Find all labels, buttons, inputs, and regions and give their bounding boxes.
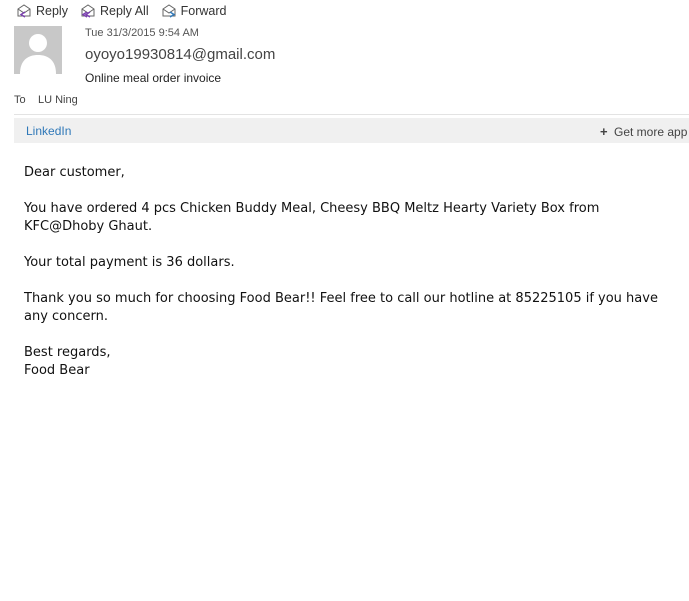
addin-bar: LinkedIn + Get more app <box>14 118 689 143</box>
reply-all-button[interactable]: Reply All <box>80 4 149 18</box>
sender-avatar <box>14 26 62 74</box>
forward-icon <box>162 4 176 18</box>
plus-icon: + <box>600 124 608 139</box>
recipients-row: To LU Ning <box>14 94 78 106</box>
message-subject: Online meal order invoice <box>85 71 222 85</box>
recipient-name[interactable]: LU Ning <box>38 94 78 106</box>
header-divider <box>14 114 689 115</box>
thanks-text: Thank you so much for choosing Food Bear… <box>24 291 658 324</box>
get-more-apps-button[interactable]: + Get more app <box>600 124 687 139</box>
forward-button[interactable]: Forward <box>161 4 227 18</box>
sender-address[interactable]: oyoyo19930814@gmail.com <box>85 46 275 63</box>
message-body: Dear customer, You have ordered 4 pcs Ch… <box>24 164 664 380</box>
person-icon <box>20 34 56 74</box>
message-toolbar: Reply Reply All Forward <box>16 2 238 20</box>
order-text: You have ordered 4 pcs Chicken Buddy Mea… <box>24 201 600 234</box>
closing-text: Best regards, <box>24 345 111 360</box>
signature-text: Food Bear <box>24 363 90 378</box>
email-reading-pane: Reply Reply All Forward Tue 31/3/2015 9:… <box>0 0 689 601</box>
reply-button[interactable]: Reply <box>16 4 68 18</box>
forward-label: Forward <box>180 4 227 18</box>
linkedin-addin-link[interactable]: LinkedIn <box>26 124 71 138</box>
get-more-apps-label: Get more app <box>614 125 688 139</box>
reply-all-icon <box>81 4 95 18</box>
reply-icon <box>17 4 31 18</box>
to-label: To <box>14 94 26 106</box>
payment-text: Your total payment is 36 dollars. <box>24 255 235 270</box>
greeting-text: Dear customer, <box>24 165 125 180</box>
reply-all-label: Reply All <box>99 4 149 18</box>
reply-label: Reply <box>36 4 68 18</box>
message-date: Tue 31/3/2015 9:54 AM <box>85 27 199 39</box>
